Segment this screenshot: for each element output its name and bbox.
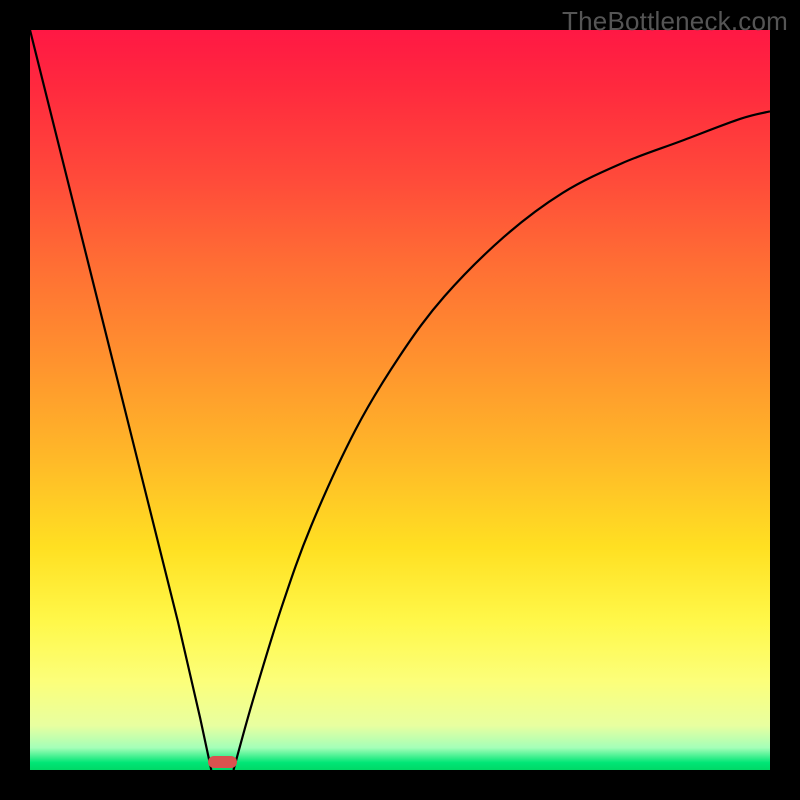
curve-left-branch — [30, 30, 211, 770]
chart-frame: TheBottleneck.com — [0, 0, 800, 800]
minimum-marker-pill — [208, 756, 238, 768]
curve-right-branch — [234, 111, 771, 770]
watermark-text: TheBottleneck.com — [562, 6, 788, 37]
plot-area — [30, 30, 770, 770]
bottleneck-curve — [30, 30, 770, 770]
